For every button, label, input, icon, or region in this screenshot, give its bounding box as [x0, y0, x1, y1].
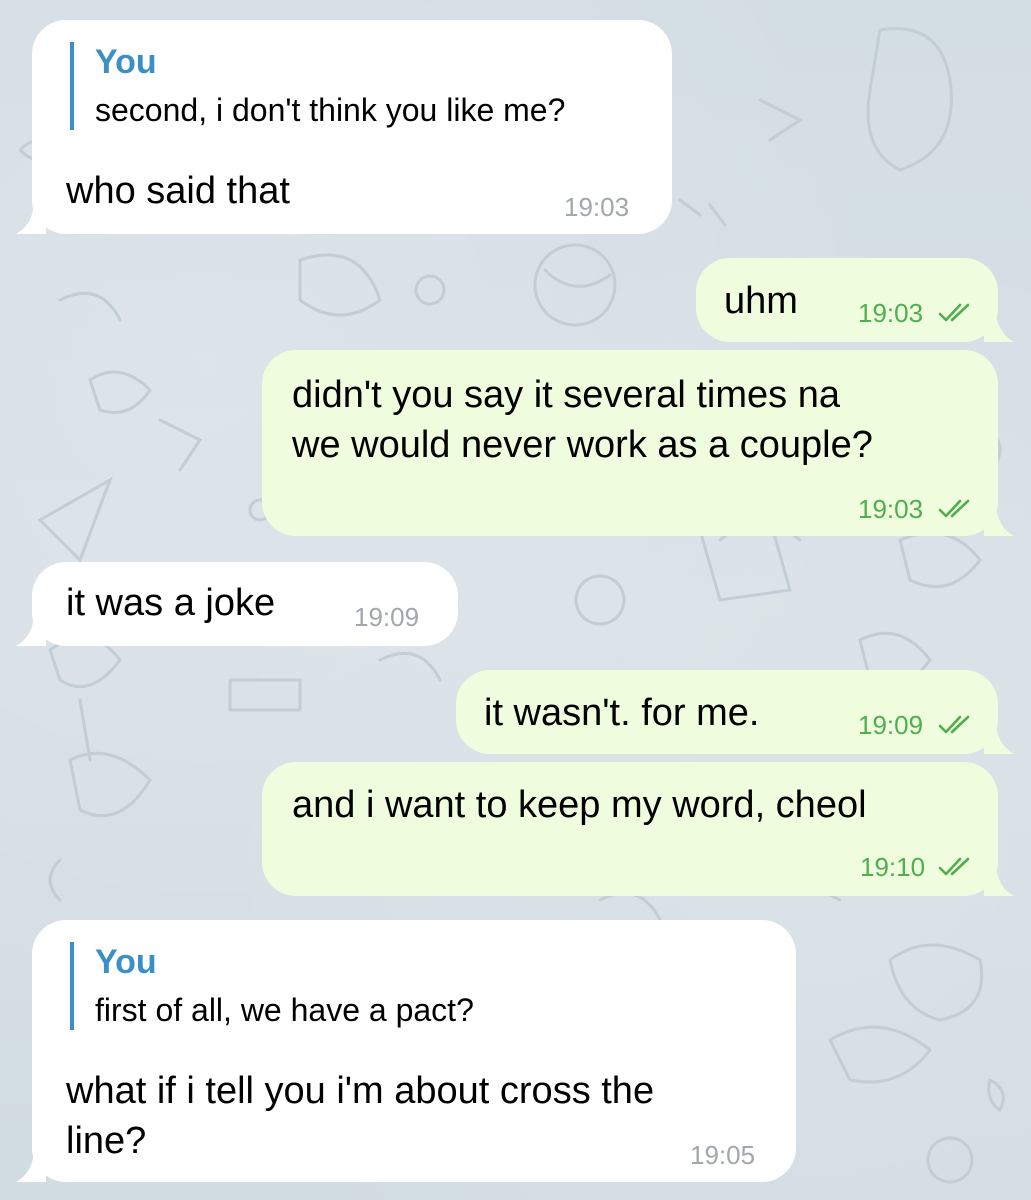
message-time: 19:03 [564, 192, 630, 222]
bubble-tail [984, 308, 1014, 342]
message-text: uhm [724, 280, 798, 322]
reply-quote[interactable]: You first of all, we have a pact? [70, 942, 474, 1030]
message-time: 19:05 [690, 1140, 756, 1170]
bubble-tail [984, 720, 1014, 754]
bubble-tail [984, 862, 1014, 896]
message-text-line: what if i tell you i'm about cross the [66, 1070, 655, 1112]
message-time: 19:03 [858, 298, 924, 328]
message-bubble-outgoing[interactable]: didn't you say it several times na we wo… [262, 350, 1014, 536]
message-text: who said that [66, 170, 290, 212]
bubble-tail [16, 1148, 46, 1182]
bubble-tail [16, 200, 46, 234]
double-check-icon [938, 715, 970, 734]
reply-text: first of all, we have a pact? [95, 992, 474, 1028]
message-text-line: didn't you say it several times na [292, 374, 840, 416]
message-time: 19:10 [860, 852, 926, 882]
message-text-line: line? [66, 1120, 147, 1162]
double-check-icon [938, 499, 970, 518]
message-bubble-outgoing[interactable]: uhm 19:03 [696, 258, 1014, 342]
message-time: 19:09 [858, 710, 924, 740]
message-text: and i want to keep my word, cheol [292, 784, 867, 826]
message-time: 19:09 [354, 602, 420, 632]
bubble-tail [16, 612, 46, 646]
reply-quote[interactable]: You second, i don't think you like me? [70, 42, 565, 130]
message-bubble-outgoing[interactable]: it wasn't. for me. 19:09 [456, 670, 1014, 754]
message-time: 19:03 [858, 494, 924, 524]
reply-text: second, i don't think you like me? [95, 92, 566, 128]
message-bubble-outgoing[interactable]: and i want to keep my word, cheol 19:10 [262, 762, 1014, 896]
message-text-line: we would never work as a couple? [292, 424, 873, 466]
bubble-tail [984, 502, 1014, 536]
double-check-icon [938, 857, 970, 876]
message-bubble-incoming[interactable]: it was a joke 19:09 [16, 562, 458, 646]
reply-author: You [95, 943, 157, 981]
message-bubble-incoming[interactable]: You second, i don't think you like me? w… [16, 20, 672, 234]
double-check-icon [938, 303, 970, 322]
message-text: it wasn't. for me. [484, 692, 760, 734]
message-bubble-incoming[interactable]: You first of all, we have a pact? what i… [16, 920, 796, 1182]
message-text: it was a joke [66, 582, 276, 624]
reply-author: You [95, 43, 157, 81]
